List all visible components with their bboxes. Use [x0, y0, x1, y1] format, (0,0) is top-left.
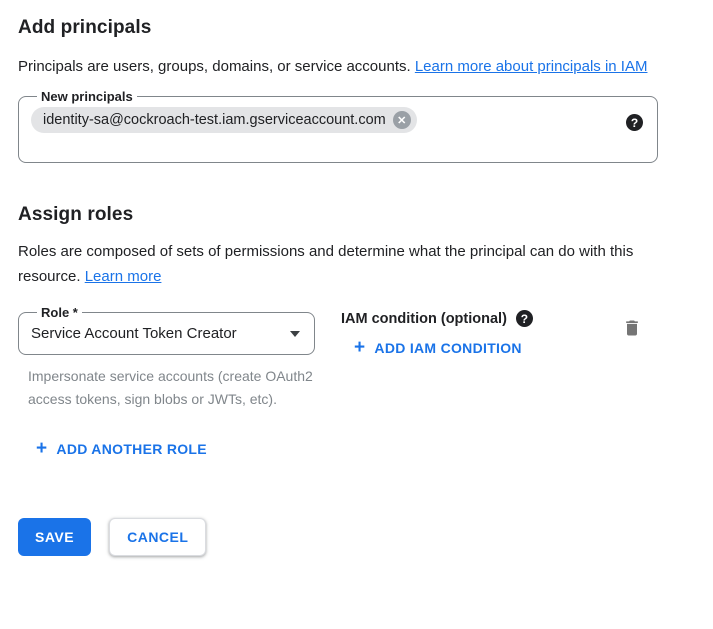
iam-condition-help-icon[interactable]: ?	[516, 310, 533, 327]
plus-icon: +	[36, 441, 47, 457]
dropdown-arrow-icon	[290, 331, 300, 337]
principal-chip: identity-sa@cockroach-test.iam.gservicea…	[31, 107, 417, 133]
role-label: Role *	[37, 305, 82, 320]
role-helper-text: Impersonate service accounts (create OAu…	[28, 365, 315, 411]
plus-icon: +	[354, 340, 365, 356]
role-column: Role * Service Account Token Creator Imp…	[18, 305, 315, 411]
add-iam-condition-label: ADD IAM CONDITION	[374, 340, 521, 356]
save-button[interactable]: SAVE	[18, 518, 91, 556]
add-another-role-button[interactable]: + ADD ANOTHER ROLE	[36, 441, 207, 457]
page-title: Add principals	[18, 16, 695, 39]
learn-more-roles-link[interactable]: Learn more	[85, 268, 162, 285]
role-select-field[interactable]: Role * Service Account Token Creator	[18, 305, 315, 355]
iam-condition-label-row: IAM condition (optional) ?	[341, 310, 533, 327]
iam-condition-column: IAM condition (optional) ? + ADD IAM CON…	[341, 305, 533, 358]
delete-role-button[interactable]	[622, 318, 642, 341]
assign-roles-description: Roles are composed of sets of permission…	[18, 239, 650, 289]
role-assignment-row: Role * Service Account Token Creator Imp…	[18, 305, 658, 411]
learn-more-principals-link[interactable]: Learn more about principals in IAM	[415, 58, 648, 75]
add-another-role-label: ADD ANOTHER ROLE	[56, 441, 207, 457]
chip-close-icon[interactable]: ✕	[393, 111, 411, 129]
trash-icon	[622, 326, 642, 341]
new-principals-field[interactable]: New principals identity-sa@cockroach-tes…	[18, 89, 658, 163]
iam-condition-label: IAM condition (optional)	[341, 311, 507, 327]
new-principals-label: New principals	[37, 89, 137, 104]
principals-description: Principals are users, groups, domains, o…	[18, 54, 676, 79]
principals-description-text: Principals are users, groups, domains, o…	[18, 58, 415, 75]
assign-roles-title: Assign roles	[18, 203, 695, 226]
dialog-actions: SAVE CANCEL	[18, 518, 695, 556]
add-principals-panel: Add principals Principals are users, gro…	[0, 0, 713, 556]
principal-chip-text: identity-sa@cockroach-test.iam.gservicea…	[43, 112, 386, 128]
role-select-value-row[interactable]: Service Account Token Creator	[31, 325, 302, 342]
new-principals-help-icon[interactable]: ?	[626, 114, 643, 131]
role-selected-value: Service Account Token Creator	[31, 325, 237, 342]
cancel-button[interactable]: CANCEL	[109, 518, 206, 556]
add-iam-condition-button[interactable]: + ADD IAM CONDITION	[354, 340, 522, 356]
